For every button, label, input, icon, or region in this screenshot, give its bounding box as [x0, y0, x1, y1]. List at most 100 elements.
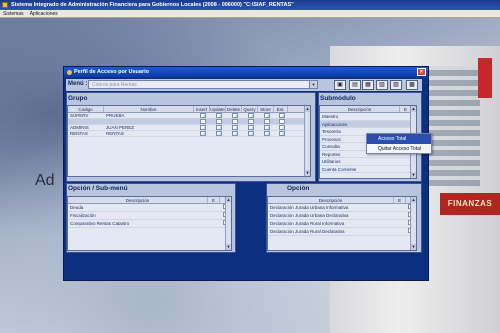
- cell-permission: [210, 113, 226, 118]
- permission-checkbox[interactable]: [216, 119, 222, 124]
- grupo-title: Grupo: [68, 95, 88, 102]
- submodulo-table-header: Descripción E: [320, 106, 416, 113]
- scroll-down-icon[interactable]: ▼: [411, 244, 416, 250]
- tool-button-3[interactable]: ▦: [362, 80, 374, 90]
- col-nombre: Nombre: [104, 106, 194, 112]
- permission-checkbox[interactable]: [232, 125, 238, 130]
- list-item[interactable]: Aplicaciones: [320, 120, 416, 128]
- permission-checkbox[interactable]: [248, 131, 254, 136]
- list-item[interactable]: Maestro: [320, 113, 416, 121]
- table-row[interactable]: Declaración Jurada Urbana Informativa: [268, 204, 416, 212]
- permission-checkbox[interactable]: [279, 119, 285, 124]
- tool-button-2[interactable]: ▤: [349, 80, 361, 90]
- col-insert: Insert: [194, 106, 210, 112]
- scroll-up-icon[interactable]: ▲: [226, 197, 231, 203]
- cell-permission: [242, 119, 258, 124]
- cell-permission: [274, 113, 288, 118]
- desktop-watermark: Ad: [35, 172, 55, 189]
- opcion-scrollbar[interactable]: ▲ ▼: [410, 197, 416, 250]
- permission-checkbox[interactable]: [200, 125, 206, 130]
- cell-permission: [226, 125, 242, 130]
- menu-aplicaciones[interactable]: Aplicaciones: [30, 11, 58, 17]
- cell-permission: [226, 131, 242, 136]
- opcion-submenu-header: Descripción E: [68, 197, 231, 204]
- col-e: E: [394, 197, 406, 203]
- close-button[interactable]: ✕: [417, 68, 426, 76]
- menu-sistemas[interactable]: Sistemas: [3, 11, 24, 17]
- permission-checkbox[interactable]: [232, 113, 238, 118]
- grupo-scrollbar[interactable]: ▲ ▼: [304, 106, 310, 176]
- table-row[interactable]: Deuda: [68, 204, 231, 212]
- permission-checkbox[interactable]: [264, 131, 270, 136]
- permission-checkbox[interactable]: [216, 113, 222, 118]
- cell-permission: [210, 119, 226, 124]
- permission-checkbox[interactable]: [248, 119, 254, 124]
- cell-permission: [194, 131, 210, 136]
- cell-descripcion: Declaración Jurada Rural Informativa: [270, 221, 345, 226]
- permission-checkbox[interactable]: [200, 113, 206, 118]
- permission-checkbox[interactable]: [264, 119, 270, 124]
- list-item[interactable]: Utilitarios: [320, 158, 416, 166]
- flag: [478, 58, 492, 98]
- permission-checkbox[interactable]: [279, 113, 285, 118]
- permission-checkbox[interactable]: [248, 113, 254, 118]
- permission-checkbox[interactable]: [232, 119, 238, 124]
- cell-nombre: RENTAS: [106, 131, 124, 136]
- cell-permission: [226, 113, 242, 118]
- window-icon: [67, 70, 72, 75]
- cell-codigo: RENTAS: [70, 131, 88, 136]
- table-row[interactable]: Comparativo Rentas Catastro: [68, 220, 231, 228]
- cell-permission: [258, 131, 274, 136]
- permission-checkbox[interactable]: [232, 131, 238, 136]
- cell-permission: [194, 125, 210, 130]
- tool-button-6[interactable]: ▩: [406, 80, 418, 90]
- cell-descripcion: Fiscalización: [70, 213, 96, 218]
- scroll-up-icon[interactable]: ▲: [411, 197, 416, 203]
- menu-select[interactable]: Cobros para Rentas ▼: [88, 80, 318, 89]
- cell-permission: [194, 119, 210, 124]
- tool-button-1[interactable]: ▣: [334, 80, 346, 90]
- scroll-up-icon[interactable]: ▲: [305, 106, 310, 112]
- permission-checkbox[interactable]: [216, 131, 222, 136]
- grupo-table-header: Código Nombre Insert Update Delete Query…: [68, 106, 310, 113]
- permission-checkbox[interactable]: [264, 125, 270, 130]
- cell-descripcion: Deuda: [70, 205, 84, 210]
- scroll-down-icon[interactable]: ▼: [226, 244, 231, 250]
- tool-button-4[interactable]: ▧: [376, 80, 388, 90]
- col-query: Query: [242, 106, 258, 112]
- cell-codigo: [68, 119, 104, 124]
- list-item[interactable]: Cuenta Corriente: [320, 166, 416, 173]
- app-titlebar: Sistema Integrado de Administración Fina…: [0, 0, 500, 10]
- table-row[interactable]: Declaración Jurada Rural Declarativa: [268, 228, 416, 236]
- table-row[interactable]: Declaración Jurada Urbana Declarativa: [268, 212, 416, 220]
- cell-descripcion: Declaración Jurada Rural Declarativa: [270, 229, 345, 234]
- scroll-up-icon[interactable]: ▲: [411, 106, 416, 112]
- app-icon: [2, 2, 8, 8]
- table-row[interactable]: Declaración Jurada Rural Informativa: [268, 220, 416, 228]
- cell-permission: [258, 119, 274, 124]
- permission-checkbox[interactable]: [248, 125, 254, 130]
- permission-checkbox[interactable]: [279, 125, 285, 130]
- permission-checkbox[interactable]: [200, 119, 206, 124]
- opcion-submenu-scrollbar[interactable]: ▲ ▼: [225, 197, 231, 250]
- cell-permission: [274, 131, 288, 136]
- chevron-down-icon[interactable]: ▼: [309, 81, 317, 88]
- ctx-acceso-total[interactable]: Acceso Total: [367, 134, 431, 144]
- cell-permission: [258, 113, 274, 118]
- table-row[interactable]: Fiscalización: [68, 212, 231, 220]
- permission-checkbox[interactable]: [264, 113, 270, 118]
- cell-nombre: PRUEBA: [106, 113, 125, 118]
- permission-checkbox[interactable]: [200, 131, 206, 136]
- tool-button-5[interactable]: ▨: [390, 80, 402, 90]
- permission-checkbox[interactable]: [216, 125, 222, 130]
- context-menu: Acceso Total Quitar Acceso Total: [366, 133, 432, 154]
- app-title: Sistema Integrado de Administración Fina…: [11, 2, 294, 8]
- col-descripcion: Descripción: [68, 197, 208, 203]
- scroll-down-icon[interactable]: ▼: [305, 170, 310, 176]
- submodulo-title: Submódulo: [320, 95, 356, 102]
- table-row[interactable]: RENTAS RENTAS: [68, 131, 310, 137]
- permission-checkbox[interactable]: [279, 131, 285, 136]
- ctx-quitar-acceso-total[interactable]: Quitar Acceso Total: [367, 144, 431, 154]
- scroll-down-icon[interactable]: ▼: [411, 172, 416, 178]
- cell-nombre: JUAN PEREZ: [106, 125, 135, 130]
